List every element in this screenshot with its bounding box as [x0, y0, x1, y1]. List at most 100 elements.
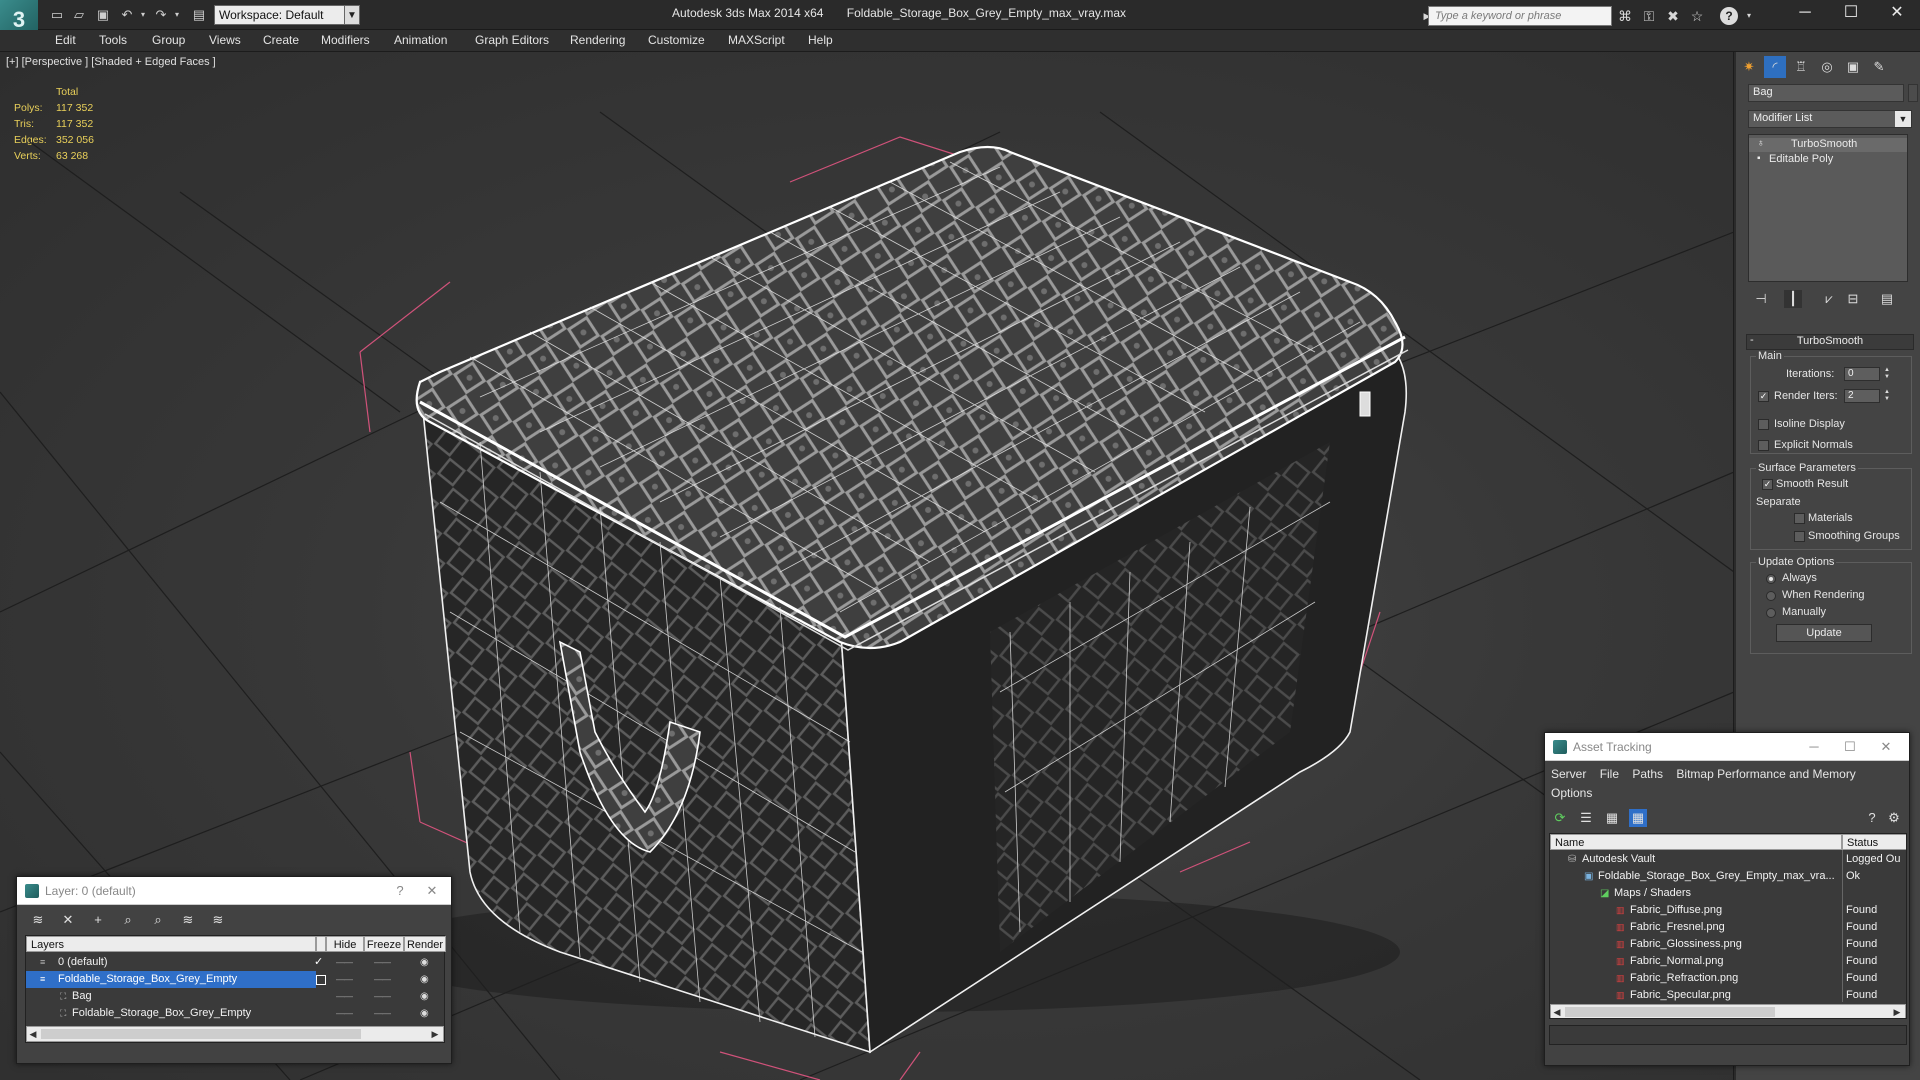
- menu-animation[interactable]: Animation: [394, 33, 447, 47]
- utilities-tab-icon[interactable]: ✎: [1868, 56, 1890, 78]
- table-view-icon[interactable]: ▦: [1603, 809, 1621, 827]
- asset-menu-server[interactable]: Server: [1551, 767, 1586, 781]
- options-icon[interactable]: ⚙: [1885, 809, 1903, 827]
- asset-menu-bitmap-performance[interactable]: Bitmap Performance and Memory: [1676, 767, 1855, 781]
- help-button[interactable]: ?: [387, 877, 413, 905]
- smooth-result-checkbox[interactable]: ✓: [1762, 479, 1773, 490]
- horizontal-scrollbar[interactable]: ◀ ▶: [1550, 1004, 1906, 1018]
- show-end-result-icon[interactable]: ┃: [1784, 290, 1802, 308]
- list-view-icon[interactable]: ☰: [1577, 809, 1595, 827]
- column-name[interactable]: Name: [1550, 834, 1842, 850]
- layer-list[interactable]: Layers Hide Freeze Render ≡ 0 (default) …: [25, 935, 446, 1043]
- render-iters-spinner[interactable]: 2: [1844, 389, 1880, 403]
- update-always-radio[interactable]: [1766, 574, 1776, 584]
- layer-panel-title[interactable]: Layer: 0 (default): [17, 877, 451, 905]
- asset-menu-options[interactable]: Options: [1551, 786, 1592, 800]
- turbosmooth-rollout-header[interactable]: TurboSmooth: [1746, 334, 1914, 350]
- modifier-list-dropdown[interactable]: Modifier List: [1748, 110, 1912, 128]
- project-folder-icon[interactable]: ▤: [190, 6, 208, 24]
- update-manually-radio[interactable]: [1766, 608, 1776, 618]
- asset-row[interactable]: ▥ Fabric_Refraction.png Found: [1550, 970, 1906, 987]
- favorites-star-icon[interactable]: ☆: [1688, 7, 1706, 25]
- scroll-left-icon[interactable]: ◀: [27, 1027, 39, 1041]
- freeze-toggle[interactable]: ——: [374, 988, 391, 1005]
- communication-center-icon[interactable]: ✖: [1664, 7, 1682, 25]
- column-status[interactable]: Status: [1842, 834, 1906, 850]
- delete-layer-icon[interactable]: ✕: [59, 911, 77, 929]
- column-render[interactable]: Render: [404, 936, 446, 952]
- scroll-thumb[interactable]: [41, 1029, 361, 1039]
- open-file-icon[interactable]: ▱: [70, 6, 88, 24]
- lightbulb-icon[interactable]: ♁: [1757, 138, 1765, 149]
- smoothing-groups-checkbox[interactable]: [1794, 531, 1805, 542]
- hierarchy-tab-icon[interactable]: ♖: [1790, 56, 1812, 78]
- column-freeze[interactable]: Freeze: [364, 936, 404, 952]
- help-dropdown-icon[interactable]: ▾: [1740, 7, 1758, 25]
- menu-rendering[interactable]: Rendering: [570, 33, 625, 47]
- asset-help-icon[interactable]: ?: [1863, 809, 1881, 827]
- asset-row[interactable]: ▥ Fabric_Fresnel.png Found: [1550, 919, 1906, 936]
- explicit-normals-checkbox[interactable]: [1758, 440, 1769, 451]
- maximize-button[interactable]: ☐: [1828, 0, 1874, 26]
- highlight-layer-icon[interactable]: ⌕: [149, 911, 167, 929]
- menu-modifiers[interactable]: Modifiers: [321, 33, 370, 47]
- object-color-swatch[interactable]: [1908, 84, 1918, 102]
- column-layers[interactable]: Layers: [26, 936, 316, 952]
- column-current[interactable]: [316, 936, 326, 952]
- menu-graph-editors[interactable]: Graph Editors: [475, 33, 549, 47]
- collapse-icon[interactable]: -: [1750, 334, 1754, 346]
- render-iters-checkbox[interactable]: ✓: [1758, 391, 1769, 402]
- menu-edit[interactable]: Edit: [55, 33, 76, 47]
- spinner-arrows-icon[interactable]: ▲ ▼: [1882, 367, 1892, 381]
- scroll-thumb[interactable]: [1565, 1007, 1775, 1017]
- asset-row[interactable]: ▥ Fabric_Normal.png Found: [1550, 953, 1906, 970]
- undo-dropdown-icon[interactable]: ▾: [134, 6, 152, 24]
- create-tab-icon[interactable]: ✷: [1738, 56, 1760, 78]
- asset-row[interactable]: ▥ Fabric_Glossiness.png Found: [1550, 936, 1906, 953]
- asset-row[interactable]: ⛁ Autodesk Vault Logged Ou: [1550, 851, 1906, 868]
- minimize-button[interactable]: ─: [1782, 0, 1828, 26]
- display-tab-icon[interactable]: ▣: [1842, 56, 1864, 78]
- subscription-key-icon[interactable]: ⚿: [1640, 7, 1658, 25]
- asset-path-field[interactable]: [1549, 1025, 1907, 1045]
- remove-modifier-icon[interactable]: ⊟: [1844, 290, 1862, 308]
- maximize-button[interactable]: ☐: [1837, 733, 1863, 761]
- menu-create[interactable]: Create: [263, 33, 299, 47]
- scroll-left-icon[interactable]: ◀: [1551, 1005, 1563, 1018]
- isoline-display-checkbox[interactable]: [1758, 419, 1769, 430]
- object-name-field[interactable]: Bag: [1748, 84, 1904, 102]
- modifier-stack[interactable]: ♁ TurboSmooth ▪ Editable Poly: [1748, 134, 1908, 282]
- chevron-down-icon[interactable]: ▼: [344, 5, 360, 25]
- asset-menu-file[interactable]: File: [1600, 767, 1619, 781]
- asset-row[interactable]: ▥ Fabric_Specular.png Found: [1550, 987, 1906, 1004]
- grid-view-icon[interactable]: ▦: [1629, 809, 1647, 827]
- modify-tab-icon[interactable]: ◜: [1764, 56, 1786, 78]
- pin-stack-icon[interactable]: ⊣: [1752, 290, 1770, 308]
- update-button[interactable]: Update: [1776, 624, 1872, 642]
- render-teapot-icon[interactable]: ◉: [420, 971, 429, 988]
- scroll-right-icon[interactable]: ▶: [1891, 1005, 1903, 1018]
- asset-list[interactable]: Name Status ⛁ Autodesk Vault Logged Ou ▣…: [1549, 833, 1907, 1019]
- freeze-toggle[interactable]: ——: [374, 1005, 391, 1022]
- expand-plus-icon[interactable]: ▪: [1757, 153, 1761, 164]
- close-button[interactable]: ✕: [1873, 733, 1899, 761]
- create-layer-icon[interactable]: ≋: [29, 911, 47, 929]
- add-to-layer-icon[interactable]: +: [89, 911, 107, 929]
- chevron-down-icon[interactable]: ▼: [1895, 111, 1911, 127]
- layer-row[interactable]: ⛶ Bag —— —— ◉: [26, 988, 446, 1005]
- binoculars-icon[interactable]: ⌘: [1616, 7, 1634, 25]
- asset-row[interactable]: ◪ Maps / Shaders: [1550, 885, 1906, 902]
- current-layer-check-icon[interactable]: ✓: [314, 954, 323, 971]
- motion-tab-icon[interactable]: ◎: [1816, 56, 1838, 78]
- redo-dropdown-icon[interactable]: ▾: [168, 6, 186, 24]
- scroll-right-icon[interactable]: ▶: [429, 1027, 441, 1041]
- layer-row[interactable]: ⛶ Foldable_Storage_Box_Grey_Empty —— —— …: [26, 1005, 446, 1022]
- configure-modifier-sets-icon[interactable]: ▤: [1878, 290, 1896, 308]
- stack-item-editable-poly[interactable]: Editable Poly: [1769, 153, 1833, 165]
- menu-help[interactable]: Help: [808, 33, 833, 47]
- menu-views[interactable]: Views: [209, 33, 241, 47]
- menu-maxscript[interactable]: MAXScript: [728, 33, 785, 47]
- make-current-box[interactable]: [316, 975, 326, 985]
- help-icon[interactable]: ?: [1720, 7, 1738, 25]
- close-button[interactable]: ✕: [419, 877, 445, 905]
